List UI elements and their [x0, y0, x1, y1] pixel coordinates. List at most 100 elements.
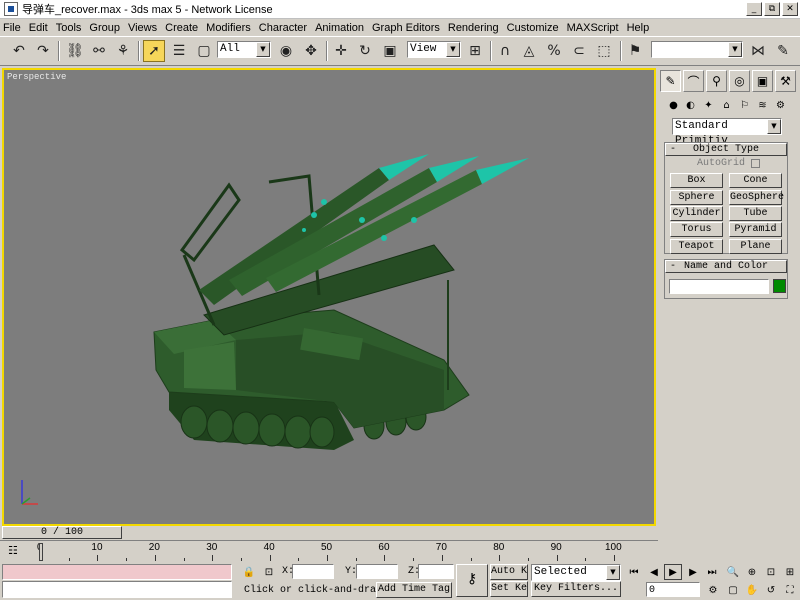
- lock-selection-icon[interactable]: 🔒: [240, 564, 258, 580]
- helpers-icon[interactable]: ⚐: [736, 97, 753, 113]
- track-bar-menu-icon[interactable]: ☷: [8, 544, 18, 557]
- move-icon[interactable]: ✛: [330, 40, 352, 62]
- object-type-header[interactable]: - Object Type: [665, 143, 787, 156]
- align-icon[interactable]: ✎: [772, 40, 794, 62]
- display-tab-icon[interactable]: ▣: [752, 70, 773, 92]
- arc-rotate-icon[interactable]: ↺: [762, 582, 780, 598]
- menu-edit[interactable]: Edit: [25, 22, 52, 34]
- mirror-icon[interactable]: ⋈: [747, 40, 769, 62]
- maxscript-listener[interactable]: [2, 564, 232, 580]
- redo-icon[interactable]: ↷: [32, 40, 54, 62]
- menu-customize[interactable]: Customize: [503, 22, 563, 34]
- add-time-tag-button[interactable]: Add Time Tag: [376, 582, 452, 598]
- current-frame-input[interactable]: 0: [646, 582, 700, 597]
- menu-file[interactable]: File: [0, 22, 25, 34]
- angle-snap-icon[interactable]: ◬: [518, 40, 540, 62]
- percent-snap-icon[interactable]: %: [543, 40, 565, 62]
- set-key-button[interactable]: Set Key: [490, 581, 528, 597]
- maximize-viewport-icon[interactable]: ⛶: [781, 582, 799, 598]
- category-dropdown[interactable]: Standard Primitiv ▼: [672, 118, 782, 147]
- rectangular-selection-icon[interactable]: ▢: [193, 40, 215, 62]
- zoom-extents-icon[interactable]: ⊡: [762, 564, 780, 580]
- zoom-all-icon[interactable]: ⊕: [743, 564, 761, 580]
- motion-tab-icon[interactable]: ◎: [729, 70, 750, 92]
- menu-graph-editors[interactable]: Graph Editors: [368, 22, 444, 34]
- named-selection-dropdown[interactable]: ▼: [651, 41, 743, 58]
- select-by-name-icon[interactable]: ☰: [168, 40, 190, 62]
- plane-button[interactable]: Plane: [729, 239, 782, 254]
- sphere-button[interactable]: Sphere: [670, 190, 723, 205]
- autogrid-checkbox[interactable]: [751, 159, 760, 168]
- teapot-button[interactable]: Teapot: [670, 239, 723, 254]
- scale-icon[interactable]: ▣: [379, 40, 401, 62]
- restore-button[interactable]: ⧉: [764, 2, 780, 16]
- x-coordinate-input[interactable]: [292, 564, 334, 579]
- systems-icon[interactable]: ⚙: [772, 97, 789, 113]
- menu-modifiers[interactable]: Modifiers: [202, 22, 255, 34]
- pyramid-button[interactable]: Pyramid: [729, 222, 782, 237]
- create-tab-icon[interactable]: ✎: [660, 70, 681, 92]
- pan-icon[interactable]: ✋: [743, 582, 761, 598]
- maxscript-input[interactable]: [2, 581, 232, 598]
- select-and-move-icon[interactable]: ✥: [300, 40, 322, 62]
- menu-help[interactable]: Help: [623, 22, 654, 34]
- object-name-input[interactable]: [669, 279, 769, 294]
- cone-button[interactable]: Cone: [729, 173, 782, 188]
- minimize-button[interactable]: _: [746, 2, 762, 16]
- menu-create[interactable]: Create: [161, 22, 202, 34]
- missile-vehicle-model[interactable]: [153, 154, 529, 450]
- tube-button[interactable]: Tube: [729, 206, 782, 221]
- named-selection-sets-icon[interactable]: ⚑: [624, 40, 646, 62]
- current-frame-marker[interactable]: [39, 543, 43, 561]
- go-to-end-icon[interactable]: ⏭: [703, 564, 721, 580]
- modify-tab-icon[interactable]: ⌒: [683, 70, 704, 92]
- go-to-start-icon[interactable]: ⏮: [625, 564, 643, 580]
- z-coordinate-input[interactable]: [418, 564, 454, 579]
- snap-toggle-icon[interactable]: ∩: [494, 40, 516, 62]
- rotate-icon[interactable]: ↻: [354, 40, 376, 62]
- selection-filter-dropdown[interactable]: All ▼: [217, 41, 271, 58]
- shapes-icon[interactable]: ◐: [682, 97, 699, 113]
- next-frame-icon[interactable]: ▶: [684, 564, 702, 580]
- time-configuration-icon[interactable]: ⚙: [704, 582, 722, 598]
- menu-tools[interactable]: Tools: [52, 22, 86, 34]
- pivot-point-icon[interactable]: ⊞: [464, 40, 486, 62]
- y-coordinate-input[interactable]: [356, 564, 398, 579]
- zoom-icon[interactable]: 🔍: [724, 564, 742, 580]
- menu-rendering[interactable]: Rendering: [444, 22, 503, 34]
- menu-character[interactable]: Character: [255, 22, 311, 34]
- edit-named-selection-icon[interactable]: ⬚: [593, 40, 615, 62]
- cameras-icon[interactable]: ⌂: [718, 97, 735, 113]
- menu-maxscript[interactable]: MAXScript: [563, 22, 623, 34]
- utilities-tab-icon[interactable]: ⚒: [775, 70, 796, 92]
- lights-icon[interactable]: ✦: [700, 97, 717, 113]
- absolute-mode-icon[interactable]: ⊡: [260, 564, 278, 580]
- name-and-color-header[interactable]: - Name and Color: [665, 260, 787, 273]
- bind-space-warp-icon[interactable]: ⚘: [112, 40, 134, 62]
- geosphere-button[interactable]: GeoSphere: [729, 190, 784, 205]
- window-crossing-icon[interactable]: ◉: [275, 40, 297, 62]
- set-key-mode-icon[interactable]: ⚷: [456, 564, 488, 597]
- geometry-icon[interactable]: ●: [665, 97, 682, 113]
- play-icon[interactable]: ▶: [664, 564, 682, 580]
- hierarchy-tab-icon[interactable]: ⚲: [706, 70, 727, 92]
- key-filters-button[interactable]: Key Filters...: [531, 581, 621, 597]
- undo-icon[interactable]: ↶: [8, 40, 30, 62]
- object-color-swatch[interactable]: [773, 279, 786, 293]
- key-mode-dropdown[interactable]: Selected ▼: [531, 564, 621, 581]
- track-bar[interactable]: ☷ 0102030405060708090100: [0, 540, 658, 562]
- spinner-snap-icon[interactable]: ⊂: [568, 40, 590, 62]
- select-and-link-icon[interactable]: ⛓: [64, 40, 86, 62]
- region-zoom-icon[interactable]: ▢: [724, 582, 742, 598]
- auto-key-button[interactable]: Auto Key: [490, 564, 528, 580]
- menu-group[interactable]: Group: [85, 22, 124, 34]
- box-button[interactable]: Box: [670, 173, 723, 188]
- reference-coordinate-dropdown[interactable]: View ▼: [407, 41, 461, 58]
- zoom-extents-all-icon[interactable]: ⊞: [781, 564, 799, 580]
- menu-views[interactable]: Views: [124, 22, 161, 34]
- torus-button[interactable]: Torus: [670, 222, 723, 237]
- previous-frame-icon[interactable]: ◀: [645, 564, 663, 580]
- menu-animation[interactable]: Animation: [311, 22, 368, 34]
- time-slider[interactable]: 0 / 100: [2, 526, 656, 539]
- perspective-viewport[interactable]: Perspective: [2, 68, 656, 526]
